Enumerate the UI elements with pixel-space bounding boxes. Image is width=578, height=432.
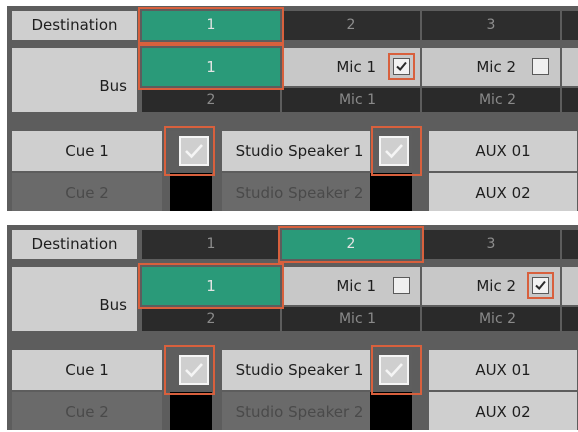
bus-sub-cell-mic1[interactable]: Mic 1: [282, 88, 420, 112]
speaker2-checkbox[interactable]: [370, 392, 412, 430]
destination-cell-overflow: [562, 11, 578, 40]
bus-label: Bus: [12, 267, 137, 331]
destination-cell-3[interactable]: 3: [422, 230, 560, 259]
bus-sub-overflow: [562, 307, 578, 331]
destination-label: Destination: [12, 230, 137, 259]
destination-label: Destination: [12, 11, 137, 40]
cue1-label[interactable]: Cue 1: [12, 131, 162, 171]
speaker1-checkbox[interactable]: [370, 131, 412, 171]
cue1-checkbox-box: [179, 355, 209, 385]
studio-speaker2-label[interactable]: Studio Speaker 2: [222, 173, 377, 211]
destination-cell-1[interactable]: 1: [142, 11, 280, 40]
studio-speaker1-label[interactable]: Studio Speaker 1: [222, 350, 377, 390]
aux02-label[interactable]: AUX 02: [429, 173, 577, 211]
bus-sub-cell-mic2[interactable]: Mic 2: [422, 307, 560, 331]
mic1-checkbox[interactable]: [393, 58, 410, 75]
speaker2-checkbox[interactable]: [370, 173, 412, 211]
cue2-label[interactable]: Cue 2: [12, 392, 162, 430]
cue1-checkbox-box: [179, 136, 209, 166]
bus-cell-overflow: [562, 267, 578, 305]
aux02-label[interactable]: AUX 02: [429, 392, 577, 430]
routing-panel-bottom: Destination 1 2 3 Bus 1 Mic 1 Mic 2 2 Mi…: [7, 225, 578, 430]
destination-cell-2[interactable]: 2: [282, 11, 420, 40]
bus-sub-cell-mic1[interactable]: Mic 1: [282, 307, 420, 331]
cue2-checkbox[interactable]: [170, 392, 212, 430]
check-icon: [385, 363, 403, 378]
destination-cell-3[interactable]: 3: [422, 11, 560, 40]
bus-sub-cell-2[interactable]: 2: [142, 88, 280, 112]
bus-sub-cell-2[interactable]: 2: [142, 307, 280, 331]
check-icon: [185, 144, 203, 159]
mic2-checkbox[interactable]: [532, 277, 549, 294]
destination-cell-overflow: [562, 230, 578, 259]
bus-cell-overflow: [562, 48, 578, 86]
studio-speaker1-label[interactable]: Studio Speaker 1: [222, 131, 377, 171]
bus-sub-overflow: [562, 88, 578, 112]
cue2-label[interactable]: Cue 2: [12, 173, 162, 211]
check-icon: [385, 144, 403, 159]
bus-cell-1[interactable]: 1: [142, 267, 280, 305]
aux01-label[interactable]: AUX 01: [429, 131, 577, 171]
bus-label: Bus: [12, 48, 137, 112]
mic1-checkbox[interactable]: [393, 277, 410, 294]
speaker1-checkbox-box: [379, 355, 409, 385]
speaker1-checkbox[interactable]: [370, 350, 412, 390]
bus-sub-cell-mic2[interactable]: Mic 2: [422, 88, 560, 112]
mic2-checkbox[interactable]: [532, 58, 549, 75]
check-icon: [396, 61, 407, 71]
destination-cell-2[interactable]: 2: [282, 230, 420, 259]
cue1-checkbox[interactable]: [170, 350, 212, 390]
speaker1-checkbox-box: [379, 136, 409, 166]
cue2-checkbox[interactable]: [170, 173, 212, 211]
check-icon: [535, 280, 546, 290]
aux01-label[interactable]: AUX 01: [429, 350, 577, 390]
cue1-label[interactable]: Cue 1: [12, 350, 162, 390]
destination-cell-1[interactable]: 1: [142, 230, 280, 259]
routing-panel-top: Destination 1 2 3 Bus 1 Mic 1 Mic 2 2 Mi…: [7, 6, 578, 211]
cue1-checkbox[interactable]: [170, 131, 212, 171]
check-icon: [185, 363, 203, 378]
bus-cell-1[interactable]: 1: [142, 48, 280, 86]
studio-speaker2-label[interactable]: Studio Speaker 2: [222, 392, 377, 430]
